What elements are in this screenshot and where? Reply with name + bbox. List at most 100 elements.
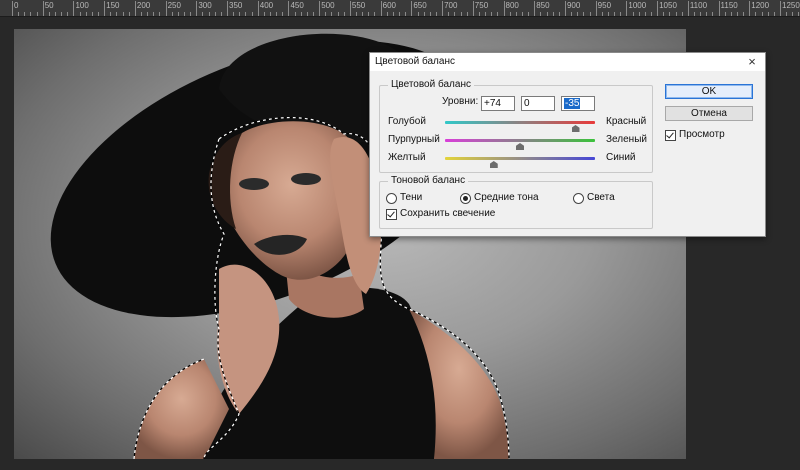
- ruler-minor-tick: [313, 12, 315, 16]
- ruler-label: 200: [136, 1, 151, 10]
- ruler-minor-tick: [607, 12, 609, 16]
- radio-highlights[interactable]: [573, 193, 584, 204]
- slider-yellow-label: Желтый: [388, 152, 426, 163]
- ruler-major-tick: [257, 1, 259, 16]
- ruler-major-tick: [687, 1, 689, 16]
- ruler-label: 1150: [720, 1, 738, 10]
- ruler-minor-tick: [368, 12, 370, 16]
- ruler-minor-tick: [306, 12, 308, 16]
- ruler-major-tick: [626, 1, 628, 16]
- ruler-major-tick: [196, 1, 198, 16]
- level-cyan-red-input[interactable]: +74: [481, 96, 515, 111]
- ruler-minor-tick: [141, 12, 143, 16]
- ruler-minor-tick: [650, 12, 652, 16]
- color-balance-dialog: Цветовой баланс × Цветовой баланс Уровни…: [369, 52, 766, 237]
- ruler-major-tick: [12, 1, 13, 16]
- slider-green-label: Зеленый: [606, 134, 647, 145]
- radio-midtones-label[interactable]: Средние тона: [474, 192, 539, 203]
- ruler-minor-tick: [24, 12, 26, 16]
- slider-yellow-blue-track[interactable]: [445, 157, 595, 160]
- ruler-label: 950: [597, 1, 612, 10]
- ruler-major-tick: [227, 1, 229, 16]
- ruler-major-tick: [657, 1, 659, 16]
- radio-midtones[interactable]: [460, 193, 471, 204]
- ruler-minor-tick: [761, 12, 763, 16]
- ruler-minor-tick: [202, 12, 204, 16]
- slider-magenta-green-track[interactable]: [445, 139, 595, 142]
- ruler-label: 700: [444, 1, 458, 10]
- ruler-minor-tick: [356, 12, 358, 16]
- cancel-button[interactable]: Отмена: [665, 106, 753, 121]
- radio-shadows[interactable]: [386, 193, 397, 204]
- ruler-major-tick: [411, 1, 413, 16]
- ruler-major-tick: [319, 1, 321, 16]
- slider-magenta-green-thumb[interactable]: [516, 143, 524, 150]
- ruler-label: 800: [505, 1, 519, 10]
- ruler-major-tick: [73, 1, 75, 16]
- ruler-major-tick: [503, 1, 505, 16]
- ruler-minor-tick: [282, 12, 284, 16]
- slider-yellow-blue-thumb[interactable]: [489, 161, 498, 168]
- ruler-minor-tick: [399, 12, 401, 16]
- ok-button[interactable]: OK: [665, 84, 753, 99]
- ruler-minor-tick: [325, 12, 327, 16]
- color-balance-group: Цветовой баланс Уровни: +74 0 -35 Голубо…: [379, 79, 653, 173]
- ruler-minor-tick: [460, 12, 462, 16]
- ruler-minor-tick: [669, 12, 671, 16]
- ruler-minor-tick: [521, 12, 523, 16]
- ruler-minor-tick: [337, 12, 339, 16]
- ruler-label: 450: [290, 1, 304, 10]
- ruler-minor-tick: [632, 12, 634, 16]
- close-icon[interactable]: ×: [743, 53, 761, 71]
- ruler-label: 0: [14, 1, 19, 10]
- ruler-minor-tick: [67, 12, 69, 16]
- ruler-minor-tick: [116, 12, 118, 16]
- ruler-minor-tick: [214, 12, 216, 16]
- preview-checkbox[interactable]: [665, 130, 676, 141]
- ruler-major-tick: [104, 1, 106, 16]
- ruler-minor-tick: [767, 12, 769, 16]
- radio-highlights-label[interactable]: Света: [587, 192, 615, 203]
- slider-cyan-red-thumb[interactable]: [571, 125, 580, 132]
- ruler-label: 500: [321, 1, 335, 10]
- ruler-minor-tick: [798, 12, 800, 16]
- ruler-major-tick: [534, 1, 536, 16]
- ruler-minor-tick: [417, 12, 419, 16]
- preserve-luminosity-checkbox[interactable]: [386, 209, 397, 220]
- ruler-minor-tick: [681, 12, 683, 16]
- ruler-label: 350: [229, 1, 243, 10]
- ruler-major-tick: [288, 1, 290, 16]
- ruler-minor-tick: [546, 12, 548, 16]
- preview-label[interactable]: Просмотр: [679, 129, 725, 140]
- radio-shadows-label[interactable]: Тени: [400, 192, 422, 203]
- ruler-minor-tick: [405, 12, 407, 16]
- ruler-label: 850: [536, 1, 550, 10]
- slider-cyan-red-track[interactable]: [445, 121, 595, 124]
- ruler-minor-tick: [147, 12, 149, 16]
- ruler-minor-tick: [792, 12, 794, 16]
- ruler-minor-tick: [448, 12, 450, 16]
- slider-cyan-label: Голубой: [388, 116, 426, 127]
- ruler-minor-tick: [251, 12, 253, 16]
- ruler-minor-tick: [233, 12, 235, 16]
- ruler-minor-tick: [374, 12, 376, 16]
- ruler-label: 550: [351, 1, 366, 10]
- level-magenta-green-input[interactable]: 0: [521, 96, 555, 111]
- ruler-minor-tick: [571, 12, 573, 16]
- level-yellow-blue-input[interactable]: -35: [561, 96, 595, 111]
- ruler-minor-tick: [239, 12, 241, 16]
- tone-balance-group: Тоновой баланс Тени Средние тона Света С…: [379, 175, 653, 229]
- slider-red-label: Красный: [606, 116, 647, 127]
- ruler-minor-tick: [614, 12, 616, 16]
- ruler-label: 1000: [628, 1, 647, 10]
- ruler-minor-tick: [663, 12, 665, 16]
- ruler-minor-tick: [343, 12, 345, 16]
- ruler-minor-tick: [153, 12, 155, 16]
- preserve-luminosity-label[interactable]: Сохранить свечение: [400, 208, 495, 219]
- ruler-minor-tick: [294, 12, 296, 16]
- ruler-major-tick: [718, 1, 720, 16]
- dialog-titlebar[interactable]: Цветовой баланс ×: [370, 53, 765, 71]
- ruler-label: 1050: [659, 1, 677, 10]
- ruler-minor-tick: [466, 12, 468, 16]
- ruler-minor-tick: [331, 12, 333, 16]
